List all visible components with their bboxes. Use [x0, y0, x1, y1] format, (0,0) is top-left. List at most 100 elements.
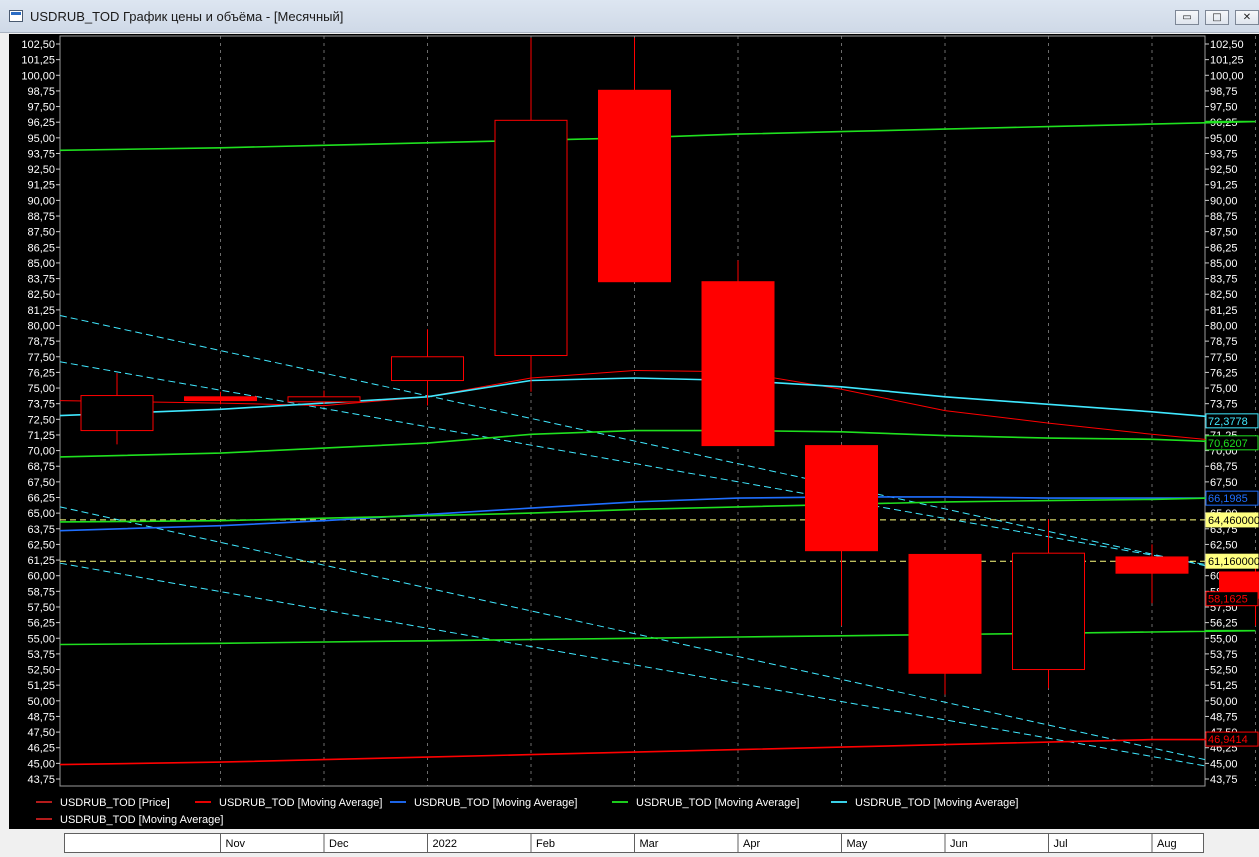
y-tick-label-left: 52,50 — [27, 665, 55, 677]
y-tick-label-left: 45,00 — [27, 758, 55, 770]
time-scale-bar[interactable]: NovDec2022FebMarAprMayJunJulAugSep — [64, 833, 1204, 853]
price-chart-area[interactable]: 102,50 102,50 101,25 101,25 100,00 100,00 98,7… — [9, 34, 1259, 829]
y-tick-label-right: 76,25 — [1210, 367, 1238, 379]
title-bar[interactable]: USDRUB_TOD График цены и объёма - [Месяч… — [0, 0, 1259, 33]
candles — [81, 38, 1259, 695]
legend-label: USDRUB_TOD [Moving Average] — [60, 814, 223, 826]
candle-body — [185, 397, 257, 401]
y-tick-label-right: 100,00 — [1210, 70, 1244, 82]
y-tick-label-right: 53,75 — [1210, 649, 1238, 661]
moving-average-line — [60, 431, 1256, 457]
time-label: Mar — [640, 838, 659, 850]
time-label: Dec — [329, 838, 349, 850]
y-tick-label-left: 76,25 — [27, 367, 55, 379]
y-tick-label-right: 80,00 — [1210, 320, 1238, 332]
y-tick-label-left: 53,75 — [27, 649, 55, 661]
y-tick-label-left: 43,75 — [27, 774, 55, 786]
y-tick-label-right: 83,75 — [1210, 274, 1238, 286]
close-button[interactable]: ✕ — [1235, 10, 1259, 25]
value-flag-label: 58,1625 — [1208, 594, 1248, 606]
chart-window-icon — [9, 10, 23, 22]
y-tick-label-left: 100,00 — [21, 70, 55, 82]
y-tick-label-left: 83,75 — [27, 274, 55, 286]
y-tick-label-left: 51,25 — [27, 680, 55, 692]
y-tick-label-left: 102,50 — [21, 39, 55, 51]
time-label: Jul — [1054, 838, 1068, 850]
trend-line — [60, 315, 1205, 565]
y-tick-label-left: 70,00 — [27, 446, 55, 458]
y-tick-label-right: 55,00 — [1210, 633, 1238, 645]
y-tick-label-left: 68,75 — [27, 461, 55, 473]
price-chart[interactable]: 102,50 102,50 101,25 101,25 100,00 100,00 98,7… — [9, 34, 1259, 829]
y-tick-label-left: 98,75 — [27, 86, 55, 98]
legend-label: USDRUB_TOD [Moving Average] — [636, 797, 799, 809]
legend-label: USDRUB_TOD [Moving Average] — [855, 797, 1018, 809]
time-label: 2022 — [433, 838, 457, 850]
value-flag-label: 72,3778 — [1208, 416, 1248, 428]
y-tick-label-left: 86,25 — [27, 242, 55, 254]
y-tick-label-right: 93,75 — [1210, 148, 1238, 160]
time-label: Feb — [536, 838, 555, 850]
candle-body — [1013, 553, 1085, 669]
y-tick-label-left: 71,25 — [27, 430, 55, 442]
y-tick-label-left: 73,75 — [27, 399, 55, 411]
y-tick-label-right: 97,50 — [1210, 102, 1238, 114]
candle-body — [1116, 557, 1188, 573]
chart-window: USDRUB_TOD График цены и объёма - [Месяч… — [0, 0, 1259, 853]
y-tick-label-left: 75,00 — [27, 383, 55, 395]
candle-body — [806, 446, 878, 551]
y-tick-label-right: 88,75 — [1210, 211, 1238, 223]
y-tick-label-left: 82,50 — [27, 289, 55, 301]
moving-average-line — [60, 740, 1256, 765]
y-tick-label-right: 90,00 — [1210, 195, 1238, 207]
legend-label: USDRUB_TOD [Moving Average] — [414, 797, 577, 809]
y-tick-label-right: 67,50 — [1210, 477, 1238, 489]
y-tick-label-left: 60,00 — [27, 571, 55, 583]
y-tick-label-right: 51,25 — [1210, 680, 1238, 692]
y-tick-label-left: 63,75 — [27, 524, 55, 536]
maximize-button[interactable]: □ — [1205, 10, 1229, 25]
y-tick-label-right: 77,50 — [1210, 352, 1238, 364]
y-tick-label-left: 96,25 — [27, 117, 55, 129]
y-tick-label-right: 73,75 — [1210, 399, 1238, 411]
value-flag-label: 70,6207 — [1208, 438, 1248, 450]
y-tick-label-right: 101,25 — [1210, 55, 1244, 67]
y-tick-label-right: 98,75 — [1210, 86, 1238, 98]
y-tick-label-right: 102,50 — [1210, 39, 1244, 51]
y-tick-label-left: 92,50 — [27, 164, 55, 176]
y-tick-label-right: 92,50 — [1210, 164, 1238, 176]
y-tick-label-left: 67,50 — [27, 477, 55, 489]
y-tick-label-left: 61,25 — [27, 555, 55, 567]
y-tick-label-right: 43,75 — [1210, 774, 1238, 786]
moving-average-line — [60, 497, 1256, 531]
y-tick-label-right: 48,75 — [1210, 711, 1238, 723]
y-tick-label-left: 87,50 — [27, 227, 55, 239]
y-tick-label-right: 86,25 — [1210, 242, 1238, 254]
y-tick-label-left: 55,00 — [27, 633, 55, 645]
candle-body — [81, 396, 153, 431]
level-flag-label: 61,160000 — [1208, 556, 1259, 568]
y-tick-label-right: 75,00 — [1210, 383, 1238, 395]
y-tick-label-left: 93,75 — [27, 148, 55, 160]
y-tick-label-right: 45,00 — [1210, 758, 1238, 770]
value-flag-label: 66,1985 — [1208, 493, 1248, 505]
y-tick-label-left: 57,50 — [27, 602, 55, 614]
time-label: Apr — [743, 838, 760, 850]
legend-label: USDRUB_TOD [Moving Average] — [219, 797, 382, 809]
candle-body — [702, 282, 774, 446]
y-tick-label-left: 95,00 — [27, 133, 55, 145]
time-scale: NovDec2022FebMarAprMayJunJulAugSep — [65, 834, 1203, 852]
y-tick-label-left: 101,25 — [21, 55, 55, 67]
window-title: USDRUB_TOD График цены и объёма - [Месяч… — [30, 9, 343, 24]
y-tick-label-left: 81,25 — [27, 305, 55, 317]
y-tick-label-left: 80,00 — [27, 320, 55, 332]
minimize-button[interactable]: ▭ — [1175, 10, 1199, 25]
time-label: Nov — [226, 838, 246, 850]
y-tick-label-left: 48,75 — [27, 711, 55, 723]
y-tick-label-left: 72,50 — [27, 414, 55, 426]
y-tick-label-right: 81,25 — [1210, 305, 1238, 317]
level-flag-label: 64,460000 — [1208, 515, 1259, 527]
trend-line — [60, 362, 1205, 565]
y-tick-label-right: 56,25 — [1210, 618, 1238, 630]
y-tick-label-left: 90,00 — [27, 195, 55, 207]
